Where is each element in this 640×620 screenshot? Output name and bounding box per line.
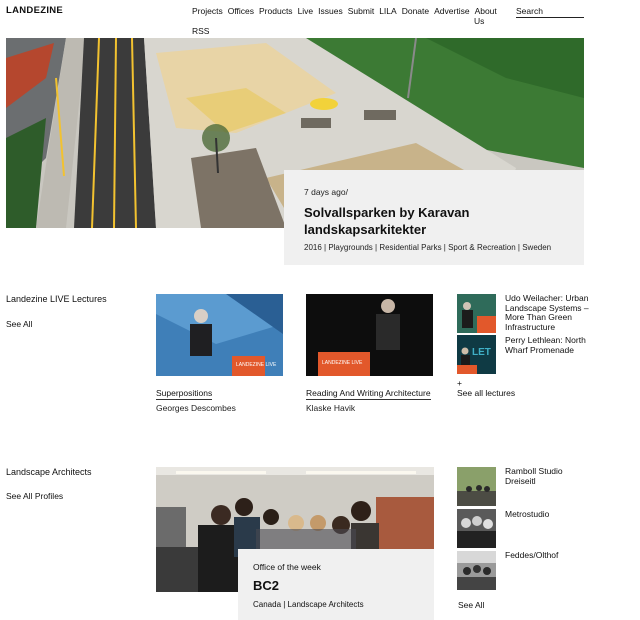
nav-donate[interactable]: Donate xyxy=(402,6,429,16)
article-tags[interactable]: 2016 | Playgrounds | Residential Parks |… xyxy=(304,243,564,252)
architect-link-feddes-olthof[interactable]: Feddes/Olthof xyxy=(505,550,585,561)
site-logo[interactable]: LANDEZINE xyxy=(6,5,63,16)
nav-offices[interactable]: Offices xyxy=(228,6,254,16)
nav-lila[interactable]: LILA xyxy=(379,6,397,16)
lecture-title-link-1[interactable]: Superpositions xyxy=(156,388,213,400)
architect-thumbnail-metrostudio[interactable] xyxy=(457,509,496,548)
architect-thumbnail-feddes-olthof[interactable] xyxy=(457,551,496,590)
office-name[interactable]: BC2 xyxy=(253,578,419,593)
see-all-profiles-link[interactable]: See All Profiles xyxy=(6,491,63,501)
nav-advertise[interactable]: Advertise xyxy=(434,6,469,16)
search-input[interactable] xyxy=(516,6,584,18)
nav-projects[interactable]: Projects xyxy=(192,6,223,16)
lectures-section-title: Landezine LIVE Lectures xyxy=(6,294,107,304)
thumbnail-screen-text: LET xyxy=(472,347,491,358)
lecture-thumbnail-superpositions[interactable]: LANDEZINE LIVE xyxy=(156,294,283,376)
office-of-week-card[interactable]: Office of the week BC2 Canada | Landscap… xyxy=(238,549,434,620)
see-all-lectures-link[interactable]: See all lectures xyxy=(457,388,515,398)
lecture-side-link-2[interactable]: Perry Lethlean: North Wharf Promenade xyxy=(505,335,591,355)
nav-about[interactable]: About xyxy=(475,6,497,16)
office-tags[interactable]: Canada | Landscape Architects xyxy=(253,600,419,609)
main-nav: Projects Offices Products Live Issues Submit L… xyxy=(192,6,510,36)
nav-issues[interactable]: Issues xyxy=(318,6,343,16)
nav-us[interactable]: Us xyxy=(474,16,484,26)
lecture-speaker-1: Georges Descombes xyxy=(156,403,236,413)
article-title[interactable]: Solvallsparken by Karavan landskapsarkit… xyxy=(304,204,564,238)
nav-live[interactable]: Live xyxy=(298,6,314,16)
nav-rss[interactable]: RSS xyxy=(192,26,209,36)
featured-article-card[interactable]: 7 days ago/ Solvallsparken by Karavan la… xyxy=(284,170,584,265)
nav-submit[interactable]: Submit xyxy=(348,6,374,16)
article-date: 7 days ago/ xyxy=(304,187,348,197)
architect-link-metrostudio[interactable]: Metrostudio xyxy=(505,509,585,520)
lecture-speaker-2: Klaske Havik xyxy=(306,403,356,413)
nav-products[interactable]: Products xyxy=(259,6,293,16)
architects-section-title: Landscape Architects xyxy=(6,467,92,477)
lecture-side-thumbnail-1[interactable] xyxy=(457,294,496,333)
plus-icon: + xyxy=(457,378,462,388)
podium-sign-text: LANDEZINE LIVE xyxy=(236,362,277,368)
architect-link-ramboll[interactable]: Ramboll Studio Dreiseitl xyxy=(505,466,585,486)
lecture-side-link-1[interactable]: Udo Weilacher: Urban Landscape Systems –… xyxy=(505,293,591,332)
architects-see-all-link[interactable]: See All xyxy=(458,600,484,610)
lectures-see-all-link[interactable]: See All xyxy=(6,319,32,329)
lecture-thumbnail-reading-writing[interactable]: LANDEZINE LIVE xyxy=(306,294,433,376)
lecture-title-link-2[interactable]: Reading And Writing Architecture xyxy=(306,388,431,400)
architect-thumbnail-ramboll[interactable] xyxy=(457,467,496,506)
podium-sign-text: LANDEZINE LIVE xyxy=(322,360,363,366)
lecture-side-thumbnail-2[interactable]: LET xyxy=(457,335,496,374)
office-of-week-label: Office of the week xyxy=(253,562,321,572)
